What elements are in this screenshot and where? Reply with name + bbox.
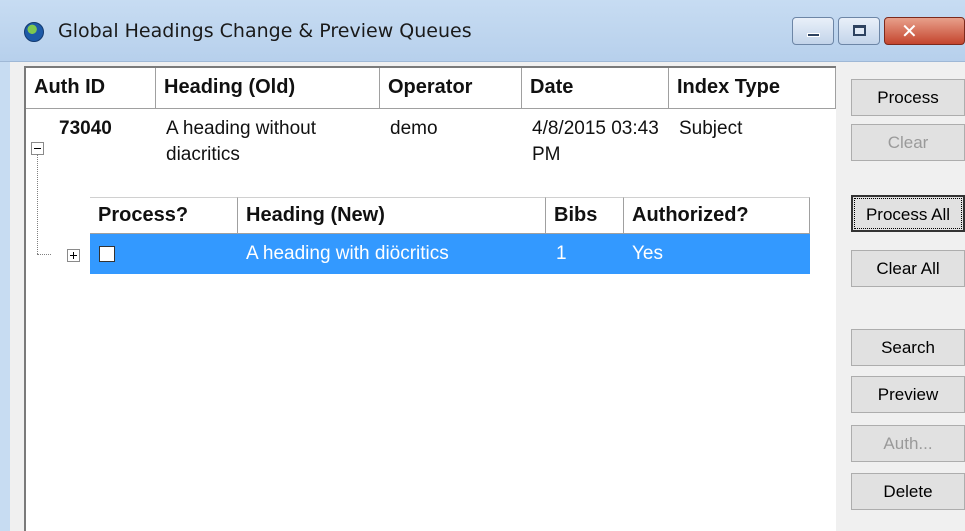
sub-table-row[interactable]: A heading with diöcritics 1 Yes: [90, 234, 810, 274]
clear-button[interactable]: Clear: [851, 124, 965, 161]
sub-row-bibs: 1: [556, 243, 567, 264]
maximize-icon: [853, 25, 866, 36]
preview-button[interactable]: Preview: [851, 376, 965, 413]
sub-column-header-bibs[interactable]: Bibs: [546, 197, 624, 234]
close-icon: ✕: [901, 19, 918, 43]
process-all-button[interactable]: Process All: [851, 195, 965, 232]
tree-connector-line: [37, 154, 38, 254]
sub-row-heading-new: A heading with diöcritics: [246, 243, 449, 264]
auth-button[interactable]: Auth...: [851, 425, 965, 462]
column-header-operator[interactable]: Operator: [380, 68, 522, 109]
column-header-auth-id[interactable]: Auth ID: [26, 68, 156, 109]
window-title: Global Headings Change & Preview Queues: [58, 20, 472, 42]
column-header-index-type[interactable]: Index Type: [669, 68, 836, 109]
expand-row-icon[interactable]: [67, 249, 80, 262]
minimize-icon: [807, 33, 820, 37]
delete-button[interactable]: Delete: [851, 473, 965, 510]
process-checkbox[interactable]: [99, 246, 115, 262]
row-operator[interactable]: demo: [390, 116, 438, 142]
tree-connector-line: [37, 254, 51, 255]
maximize-button[interactable]: [838, 17, 880, 45]
row-date[interactable]: 4/8/2015 03:43 PM: [532, 116, 662, 168]
search-button[interactable]: Search: [851, 329, 965, 366]
sub-column-header-authorized[interactable]: Authorized?: [624, 197, 810, 234]
title-bar[interactable]: Global Headings Change & Preview Queues …: [0, 0, 965, 62]
row-heading-old[interactable]: A heading without diacritics: [166, 116, 376, 168]
process-button[interactable]: Process: [851, 79, 965, 116]
column-header-heading-old[interactable]: Heading (Old): [156, 68, 380, 109]
sub-row-authorized: Yes: [632, 243, 663, 264]
clear-all-button[interactable]: Clear All: [851, 250, 965, 287]
row-auth-id[interactable]: 73040: [59, 116, 112, 142]
row-index-type[interactable]: Subject: [679, 116, 742, 142]
queue-grid[interactable]: Auth ID Heading (Old) Operator Date Inde…: [24, 66, 836, 531]
close-button[interactable]: ✕: [884, 17, 965, 45]
minimize-button[interactable]: [792, 17, 834, 45]
sub-column-header-process[interactable]: Process?: [90, 197, 238, 234]
globe-icon: [24, 22, 44, 42]
column-header-date[interactable]: Date: [522, 68, 669, 109]
sub-column-header-heading-new[interactable]: Heading (New): [238, 197, 546, 234]
